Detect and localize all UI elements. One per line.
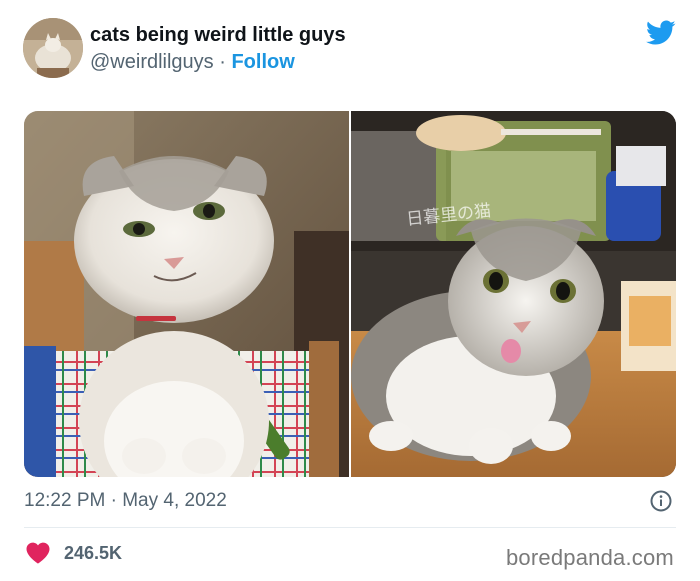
- tweet-timestamp[interactable]: 12:22 PM · May 4, 2022: [24, 489, 227, 513]
- avatar-image: [23, 18, 83, 78]
- follow-link[interactable]: Follow: [231, 51, 294, 73]
- avatar[interactable]: [23, 18, 83, 78]
- heart-icon[interactable]: [26, 542, 50, 564]
- divider: [24, 527, 676, 528]
- user-handle[interactable]: @weirdlilguys: [90, 51, 214, 73]
- info-icon[interactable]: [650, 490, 672, 512]
- handle-row: @weirdlilguys · Follow: [90, 50, 295, 74]
- twitter-bird-icon[interactable]: [646, 20, 676, 46]
- cat-photo-left: [24, 111, 349, 477]
- display-name[interactable]: cats being weird little guys: [90, 23, 346, 47]
- tweet-photo-left[interactable]: [24, 111, 349, 477]
- cat-photo-right: 日暮里の猫: [351, 111, 676, 477]
- like-count[interactable]: 246.5K: [64, 541, 122, 565]
- tweet-photo-right[interactable]: 日暮里の猫: [351, 111, 676, 477]
- tweet-card: cats being weird little guys @weirdlilgu…: [0, 0, 700, 581]
- watermark: boredpanda.com: [506, 545, 674, 570]
- handle-separator: ·: [213, 51, 232, 73]
